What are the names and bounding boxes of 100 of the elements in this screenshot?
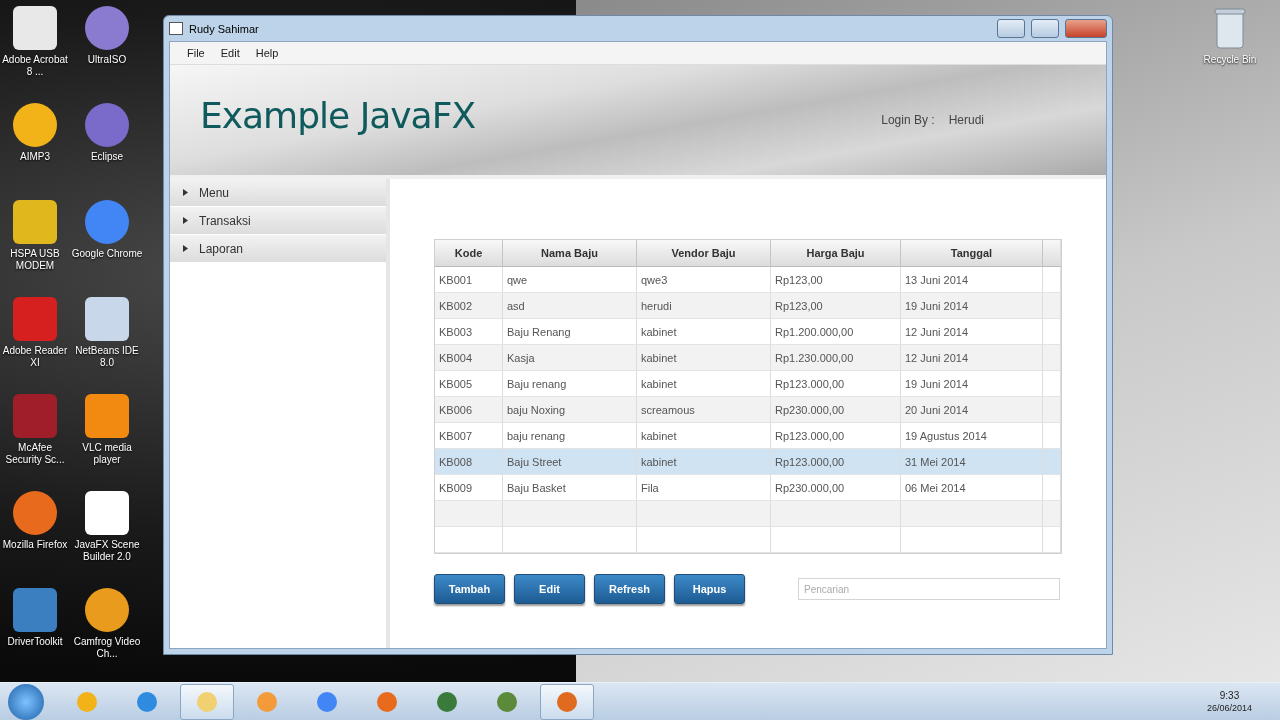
desktop-shortcut[interactable]: McAfee Security Sc...: [0, 390, 70, 485]
shortcut-label: Adobe Acrobat 8 ...: [1, 54, 69, 78]
taskbar-button[interactable]: [180, 683, 234, 720]
app-icon: [85, 6, 129, 50]
desktop-shortcut[interactable]: Adobe Reader XI: [0, 293, 70, 388]
app-icon: [85, 394, 129, 438]
shortcut-label: UltraISO: [86, 54, 128, 66]
window-icon: [169, 22, 183, 35]
shortcut-label: VLC media player: [81, 442, 133, 466]
desktop-shortcut[interactable]: Adobe Acrobat 8 ...: [0, 2, 70, 97]
menubar-entry[interactable]: File: [180, 45, 212, 61]
app-icon: [496, 690, 518, 713]
clock-time: 9:33: [1219, 688, 1240, 702]
table-row[interactable]: KB002 asd herudi Rp123,00 19 Juni 2014: [435, 293, 1061, 319]
table-row[interactable]: KB008 Baju Street kabinet Rp123.000,00 31 Mei 2014: [435, 449, 1061, 475]
table-cell: kabinet: [637, 319, 771, 344]
window-title: Rudy Sahimar: [189, 22, 260, 35]
table-cell: Rp123,00: [771, 293, 901, 318]
desktop-shortcut[interactable]: Camfrog Video Ch...: [72, 584, 142, 679]
desktop-shortcut[interactable]: Google Chrome: [72, 196, 142, 291]
accordion-item[interactable]: Transaksi: [170, 207, 386, 235]
action-button[interactable]: Edit: [514, 574, 585, 604]
table-cell: Baju Basket: [503, 475, 637, 500]
table-cell: qwe: [503, 267, 637, 292]
desktop-shortcut[interactable]: Mozilla Firefox: [0, 487, 70, 582]
table-cell: 19 Juni 2014: [901, 293, 1043, 318]
table-cell: KB006: [435, 397, 503, 422]
close-button[interactable]: [1065, 19, 1107, 38]
column-header[interactable]: Nama Baju: [503, 240, 637, 266]
column-header[interactable]: Tanggal: [901, 240, 1043, 266]
app-icon: [436, 690, 458, 713]
table-cell: KB001: [435, 267, 503, 292]
table-row[interactable]: KB006 baju Noxing screamous Rp230.000,00 20 Juni 2014: [435, 397, 1061, 423]
table-cell: 06 Mei 2014: [901, 475, 1043, 500]
table-row[interactable]: KB003 Baju Renang kabinet Rp1.200.000,00 12 Juni 2014: [435, 319, 1061, 345]
table-cell: 19 Juni 2014: [901, 371, 1043, 396]
table-cell: 31 Mei 2014: [901, 449, 1043, 474]
table-cell: Rp123.000,00: [771, 423, 901, 448]
desktop-shortcut[interactable]: VLC media player: [72, 390, 142, 485]
app-icon: [136, 690, 158, 713]
caret-right-icon: [182, 245, 189, 252]
table-cell: Rp123,00: [771, 267, 901, 292]
caret-right-icon: [182, 189, 189, 196]
table-cell: asd: [503, 293, 637, 318]
desktop-shortcut[interactable]: JavaFX Scene Builder 2.0: [72, 487, 142, 582]
table-cell: Rp123.000,00: [771, 371, 901, 396]
table-cell: KB005: [435, 371, 503, 396]
column-header[interactable]: Harga Baju: [771, 240, 901, 266]
table-cell: baju Noxing: [503, 397, 637, 422]
menubar-entry[interactable]: Edit: [213, 45, 247, 61]
desktop-shortcut[interactable]: AIMP3: [0, 99, 70, 194]
table-cell: Rp1.230.000,00: [771, 345, 901, 370]
app-icon: [256, 690, 278, 713]
table-cell: KB004: [435, 345, 503, 370]
table-cell: 12 Juni 2014: [901, 345, 1043, 370]
table-cell: 20 Juni 2014: [901, 397, 1043, 422]
table-cell: herudi: [637, 293, 771, 318]
start-button[interactable]: [8, 683, 44, 720]
table-row[interactable]: KB009 Baju Basket Fila Rp230.000,00 06 Mei 2014: [435, 475, 1061, 501]
app-icon: [85, 491, 129, 535]
search-field[interactable]: Pencarian: [798, 578, 1060, 600]
login-label: Login By :: [881, 113, 935, 127]
shortcut-label: Adobe Reader XI: [1, 345, 69, 369]
desktop-shortcut[interactable]: UltraISO: [72, 2, 142, 97]
table-cell: Baju Renang: [503, 319, 637, 344]
shortcut-label: McAfee Security Sc...: [4, 442, 66, 466]
column-header[interactable]: Kode: [435, 240, 503, 266]
table-cell: KB008: [435, 449, 503, 474]
taskbar-button[interactable]: [540, 683, 594, 720]
app-icon: [376, 690, 398, 713]
table-cell: KB007: [435, 423, 503, 448]
action-button[interactable]: Hapus: [674, 574, 745, 604]
shortcut-label: Google Chrome: [71, 248, 143, 260]
accordion-item[interactable]: Menu: [170, 179, 386, 207]
login-user: Herudi: [948, 113, 984, 127]
desktop-shortcut[interactable]: NetBeans IDE 8.0: [72, 293, 142, 388]
table-row[interactable]: KB004 Kasja kabinet Rp1.230.000,00 12 Juni 2014: [435, 345, 1061, 371]
table-cell: 19 Agustus 2014: [901, 423, 1043, 448]
desktop-shortcut[interactable]: Eclipse: [72, 99, 142, 194]
accordion-item[interactable]: Laporan: [170, 235, 386, 263]
table-row[interactable]: KB001 qwe qwe3 Rp123,00 13 Juni 2014: [435, 267, 1061, 293]
action-button[interactable]: Refresh: [594, 574, 665, 604]
app-icon: [556, 690, 578, 713]
table-cell: 12 Juni 2014: [901, 319, 1043, 344]
menubar-entry[interactable]: Help: [248, 45, 286, 61]
trash-bin-icon: [1213, 6, 1247, 50]
shortcut-label: DriverToolkit: [6, 636, 64, 648]
desktop-shortcut[interactable]: DriverToolkit: [0, 584, 70, 679]
shortcut-label: HSPA USB MODEM: [9, 248, 61, 272]
desktop-shortcut[interactable]: HSPA USB MODEM: [0, 196, 70, 291]
app-icon: [13, 588, 57, 632]
table-row[interactable]: KB005 Baju renang kabinet Rp123.000,00 19 Juni 2014: [435, 371, 1061, 397]
table-cell: Rp1.200.000,00: [771, 319, 901, 344]
app-icon: [76, 690, 98, 713]
column-header[interactable]: Vendor Baju: [637, 240, 771, 266]
table-cell: 13 Juni 2014: [901, 267, 1043, 292]
action-button[interactable]: Tambah: [434, 574, 505, 604]
table-row[interactable]: KB007 baju renang kabinet Rp123.000,00 19 Agustus 2014: [435, 423, 1061, 449]
app-icon: [85, 103, 129, 147]
app-icon: [85, 297, 129, 341]
